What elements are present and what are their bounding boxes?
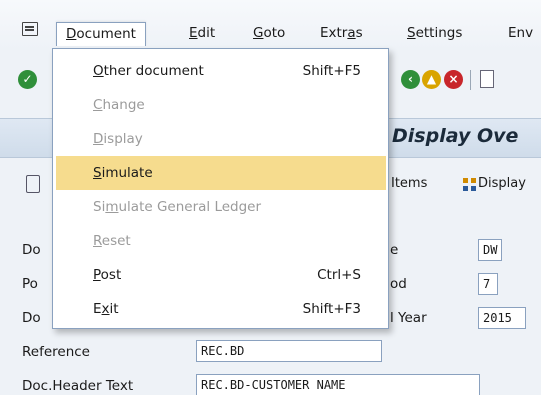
- menu-option-shortcut: Ctrl+S: [317, 267, 361, 283]
- menu-option-change: Change: [56, 88, 386, 122]
- reference-label: Reference: [22, 344, 90, 360]
- menu-environment-label: Env: [508, 25, 534, 41]
- page-title: Display Ove: [392, 125, 519, 147]
- menu-option-pre: E: [93, 301, 102, 317]
- display-grid-icon: [463, 178, 476, 191]
- menu-option-key: O: [93, 63, 104, 79]
- menu-option-rest: ther document: [103, 63, 204, 79]
- menu-edit-key: E: [189, 25, 198, 41]
- menu-bar: Document Edit Goto Extras Settings Env: [0, 0, 541, 50]
- menu-option-simulate-general-ledger: Simulate General Ledger: [56, 190, 386, 224]
- menu-extras-key: a: [347, 25, 356, 41]
- doc-header-text-field[interactable]: REC.BD-CUSTOMER NAME: [196, 374, 480, 395]
- menu-option-rest: ost: [100, 267, 122, 283]
- menu-option-exit[interactable]: Exit Shift+F3: [56, 292, 386, 326]
- menu-option-key: P: [93, 267, 101, 283]
- menu-option-rest: isplay: [103, 131, 143, 147]
- back-icon[interactable]: ‹: [401, 70, 420, 89]
- menu-settings-key: S: [407, 25, 416, 41]
- menu-option-shortcut: Shift+F5: [302, 63, 361, 79]
- menu-extras-rest: s: [355, 25, 363, 41]
- menu-extras-pre: Extr: [320, 25, 348, 41]
- menu-environment[interactable]: Env: [499, 22, 541, 46]
- menu-settings-rest: ettings: [415, 25, 463, 41]
- menu-goto-rest: oto: [263, 25, 286, 41]
- doc-type-label-right: e: [390, 242, 399, 258]
- exit-icon[interactable]: ▲: [422, 70, 441, 89]
- enter-icon[interactable]: ✓: [18, 70, 37, 89]
- document-icon[interactable]: [26, 175, 40, 193]
- period-field[interactable]: 7: [478, 273, 498, 295]
- menu-goto[interactable]: Goto: [244, 22, 294, 46]
- doc-date-label: Do: [22, 310, 41, 326]
- menu-edit-rest: dit: [197, 25, 216, 41]
- items-button[interactable]: Items: [391, 176, 427, 191]
- menu-option-key: x: [101, 301, 110, 317]
- menu-option-label: Exit: [93, 292, 119, 326]
- menu-document[interactable]: Document: [56, 22, 146, 46]
- menu-option-rest: it: [109, 301, 119, 317]
- menu-option-simulate[interactable]: Simulate: [56, 156, 386, 190]
- menu-option-reset: Reset: [56, 224, 386, 258]
- menu-option-label: Reset: [93, 224, 131, 258]
- menu-option-display: Display: [56, 122, 386, 156]
- menu-option-key: R: [93, 233, 102, 249]
- menu-option-rest: hange: [102, 97, 145, 113]
- system-menu-icon[interactable]: [22, 22, 38, 36]
- menu-document-rest: ocument: [76, 26, 136, 42]
- cancel-icon[interactable]: ×: [444, 70, 463, 89]
- menu-option-key: m: [105, 199, 119, 215]
- menu-option-rest: imulate: [101, 165, 153, 181]
- menu-option-label: Simulate: [93, 156, 153, 190]
- period-label-right: od: [390, 276, 407, 292]
- menu-option-key: S: [93, 165, 102, 181]
- menu-document-key: D: [66, 26, 77, 42]
- fiscal-year-field[interactable]: 2015: [478, 307, 526, 329]
- doc-type-field[interactable]: DW: [478, 239, 502, 261]
- menu-option-label: Simulate General Ledger: [93, 190, 261, 224]
- menu-option-pre: Si: [93, 199, 106, 215]
- toolbar-divider: [470, 70, 471, 90]
- menu-goto-key: G: [253, 25, 264, 41]
- display-button[interactable]: Display: [478, 176, 526, 191]
- reference-field[interactable]: REC.BD: [196, 340, 382, 362]
- menu-option-shortcut: Shift+F3: [302, 301, 361, 317]
- menu-settings[interactable]: Settings: [398, 22, 471, 46]
- doc-type-label: Do: [22, 242, 41, 258]
- menu-option-label: Post: [93, 258, 121, 292]
- menu-option-label: Change: [93, 88, 145, 122]
- doc-header-text-label: Doc.Header Text: [22, 378, 134, 394]
- fiscal-year-label-right: l Year: [390, 310, 427, 326]
- menu-option-rest: ulate General Ledger: [118, 199, 262, 215]
- print-icon[interactable]: [480, 70, 494, 88]
- menu-edit[interactable]: Edit: [180, 22, 224, 46]
- menu-option-key: D: [93, 131, 104, 147]
- menu-option-label: Other document: [93, 54, 204, 88]
- posting-period-label: Po: [22, 276, 38, 292]
- menu-option-label: Display: [93, 122, 143, 156]
- menu-option-rest: eset: [101, 233, 131, 249]
- menu-option-other-document[interactable]: Other document Shift+F5: [56, 54, 386, 88]
- menu-extras[interactable]: Extras: [311, 22, 372, 46]
- menu-option-post[interactable]: Post Ctrl+S: [56, 258, 386, 292]
- document-dropdown-menu: Other document Shift+F5 Change Display S…: [52, 48, 389, 329]
